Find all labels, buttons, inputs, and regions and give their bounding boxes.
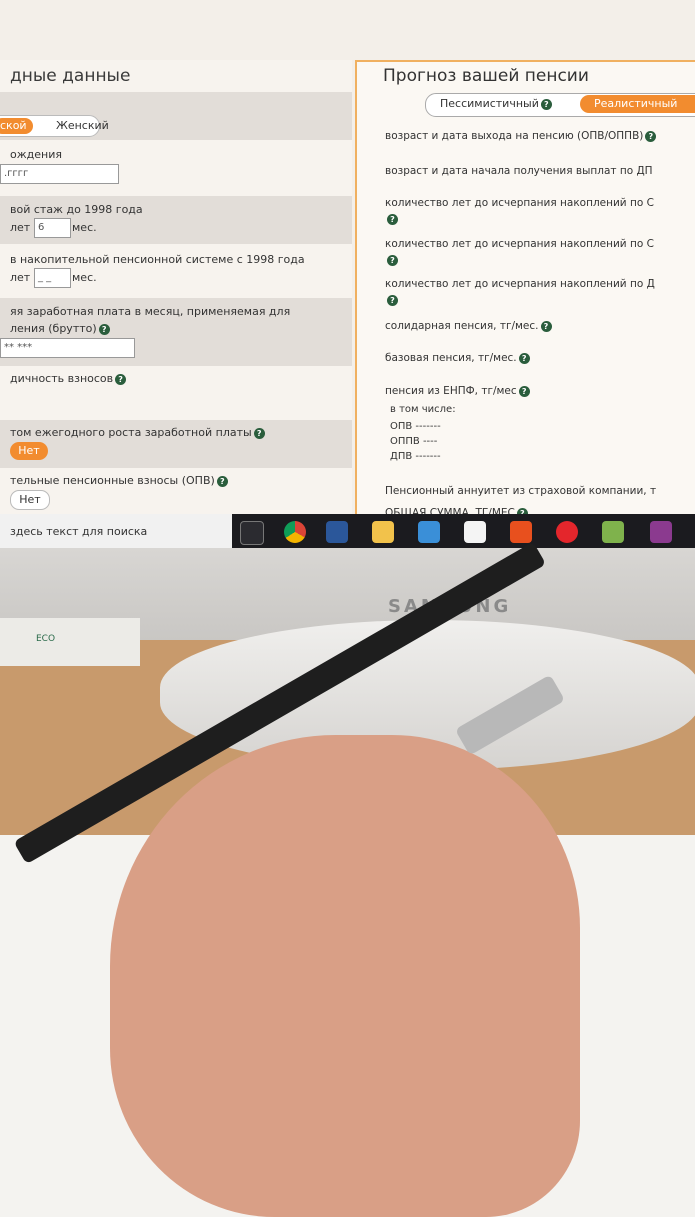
help-icon[interactable]: ? [387,214,398,225]
growth-label-wrap: том ежегодного роста заработной платы? [10,426,265,439]
tab-pessimistic[interactable]: Пессимистичный? [440,96,552,112]
help-icon[interactable]: ? [518,385,530,397]
help-icon[interactable]: ? [253,427,265,439]
tab-realistic[interactable]: Реалистичный [580,95,695,113]
salary-label-line1: яя заработная плата в месяц, применяемая… [10,305,291,318]
opv-label: тельные пенсионные взносы (ОПВ) [10,474,215,487]
forecast-line: пенсия из ЕНПФ, тг/мес? [385,385,530,397]
app-icon[interactable] [510,521,532,543]
explorer-icon[interactable] [372,521,394,543]
chrome-icon[interactable] [284,521,306,543]
stazh-months-label: мес. [72,221,97,234]
forecast-line-text: пенсия из ЕНПФ, тг/мес [385,385,517,397]
tab-pessimistic-label: Пессимистичный [440,97,539,110]
monitor-screen: дные данные ской Женский ождения .гггг в… [0,0,695,548]
stazh-years-input[interactable]: 6 [34,218,71,238]
period-label-wrap: дичность взносов? [10,372,127,385]
task-view-icon[interactable] [240,521,264,545]
growth-label: том ежегодного роста заработной платы [10,426,252,439]
help-icon[interactable]: ? [645,130,657,142]
birth-date-input[interactable]: .гггг [0,164,119,184]
sub-item-dpv: ДПВ ------- [390,451,441,462]
sub-caption: в том числе: [390,404,456,415]
nakop-months-label: мес. [72,271,97,284]
growth-no-button[interactable]: Нет [10,442,48,460]
forecast-line: количество лет до исчерпания накоплений … [385,238,654,250]
forecast-line: возраст и дата выхода на пенсию (ОПВ/ОПП… [385,130,657,142]
gender-male-option[interactable]: ской [0,118,33,134]
hand [110,735,580,1217]
nakop-years-input[interactable]: _ _ [34,268,71,288]
notepad-icon[interactable] [464,521,486,543]
opv-no-button[interactable]: Нет [10,490,50,510]
word-icon[interactable] [326,521,348,543]
opera-icon[interactable] [556,521,578,543]
help-icon[interactable]: ? [540,320,552,332]
forecast-line-text: базовая пенсия, тг/мес. [385,352,517,364]
forecast-line-text: возраст и дата выхода на пенсию (ОПВ/ОПП… [385,130,644,142]
forecast-line: количество лет до исчерпания накоплений … [385,197,654,209]
help-icon[interactable]: ? [518,352,530,364]
cardboard-box: ECO [0,618,140,666]
forecast-line-text: солидарная пенсия, тг/мес. [385,320,539,332]
forecast-line: базовая пенсия, тг/мес.? [385,352,530,364]
eco-label: ECO [36,634,56,644]
input-panel-title: дные данные [10,66,131,86]
help-icon[interactable]: ? [387,295,398,306]
help-icon[interactable]: ? [216,475,228,487]
stazh-label: вой стаж до 1998 года [10,203,143,216]
salary-label-line2-wrap: ления (брутто)? [10,322,110,335]
nakop-label: в накопительной пенсионной системе с 199… [10,253,305,266]
network-icon[interactable] [418,521,440,543]
paint-icon[interactable] [602,521,624,543]
forecast-title: Прогноз вашей пенсии [383,66,589,86]
help-icon[interactable]: ? [540,98,552,110]
stazh-years-label: лет [10,221,31,234]
forecast-line: возраст и дата начала получения выплат п… [385,165,653,177]
opv-label-wrap: тельные пенсионные взносы (ОПВ)? [10,474,228,487]
salary-input[interactable]: ** *** [0,338,135,358]
archive-icon[interactable] [650,521,672,543]
help-icon[interactable]: ? [98,323,110,335]
birth-date-label: ождения [10,148,62,161]
nakop-years-label: лет [10,271,31,284]
forecast-line: количество лет до исчерпания накоплений … [385,278,655,290]
annuity-line: Пенсионный аннуитет из страховой компани… [385,485,657,497]
help-icon[interactable]: ? [387,255,398,266]
sub-item-opv: ОПВ ------- [390,421,441,432]
period-label: дичность взносов [10,372,114,385]
forecast-line: солидарная пенсия, тг/мес.? [385,320,552,332]
sub-item-oppv: ОППВ ---- [390,436,438,447]
gender-female-option[interactable]: Женский [56,118,109,134]
help-icon[interactable]: ? [115,373,127,385]
salary-label-line2: ления (брутто) [10,322,97,335]
search-placeholder: здесь текст для поиска [10,525,148,538]
